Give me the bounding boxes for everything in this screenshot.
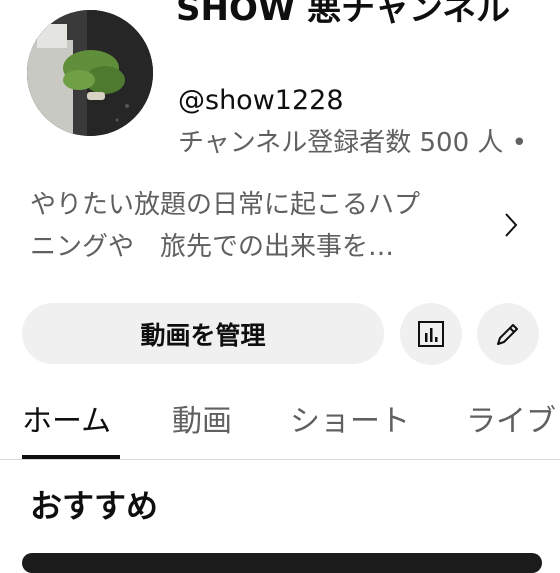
manage-videos-button[interactable]: 動画を管理 xyxy=(22,303,384,364)
analytics-icon xyxy=(418,321,444,347)
tabs-divider xyxy=(0,459,560,460)
channel-description[interactable]: やりたい放題の日常に起こるハプ ニングや 旅先での出来事を… xyxy=(30,184,482,268)
analytics-button[interactable] xyxy=(400,303,462,365)
channel-tabs: ホーム 動画 ショート ライブ xyxy=(0,392,560,458)
description-line: やりたい放題の日常に起こるハプ xyxy=(30,190,421,220)
chevron-right-icon[interactable] xyxy=(500,208,522,242)
video-card[interactable] xyxy=(22,553,542,573)
tab-home[interactable]: ホーム xyxy=(22,402,111,442)
tab-live[interactable]: ライブ xyxy=(466,402,556,442)
channel-title: SHOW 悪チャンネル xyxy=(176,0,511,29)
section-title-recommended: おすすめ xyxy=(30,487,159,525)
edit-button[interactable] xyxy=(477,303,539,365)
channel-avatar[interactable] xyxy=(27,10,153,136)
channel-handle: @show1228 xyxy=(178,85,344,116)
manage-videos-label: 動画を管理 xyxy=(140,320,266,350)
tab-videos[interactable]: 動画 xyxy=(172,402,232,442)
avatar-photo xyxy=(27,10,153,136)
pencil-icon xyxy=(497,324,518,345)
description-line: ニングや 旅先での出来事を… xyxy=(30,232,395,262)
tab-shorts[interactable]: ショート xyxy=(290,402,410,442)
subscriber-count: チャンネル登録者数 500 人 • xyxy=(178,128,527,158)
